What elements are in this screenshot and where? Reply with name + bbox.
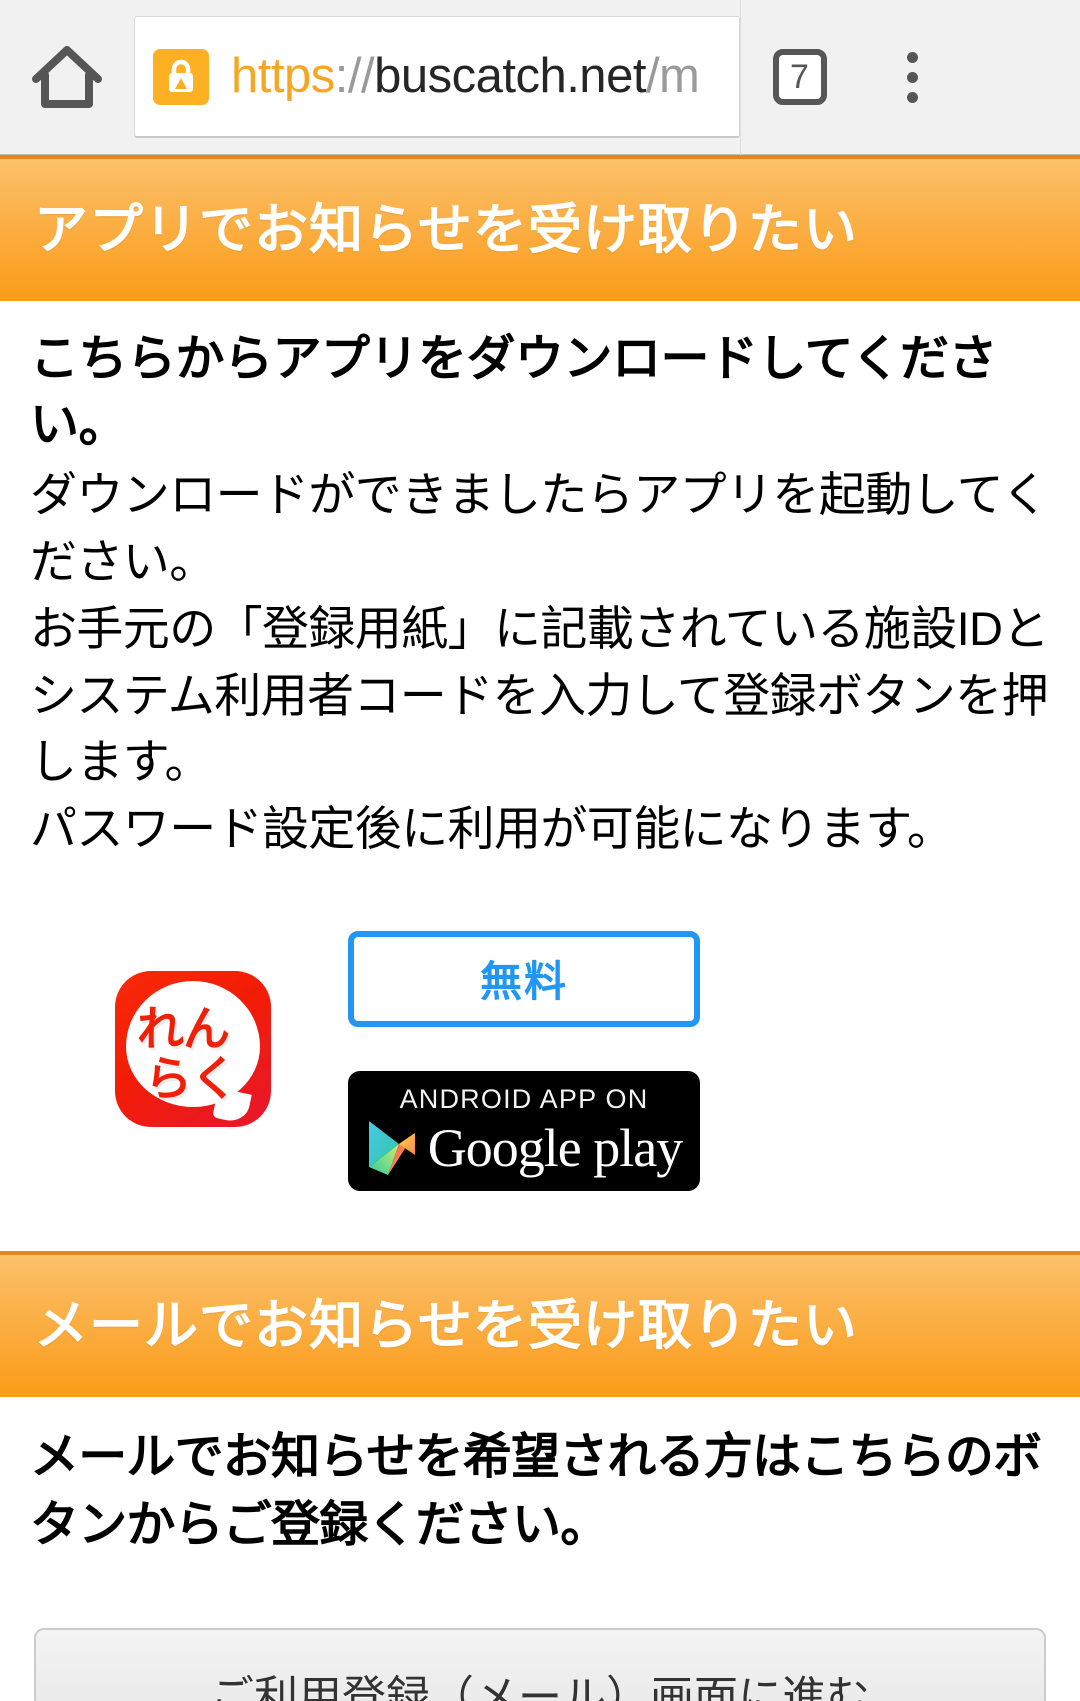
url-separator: ://	[334, 52, 375, 101]
url-host: buscatch.net	[374, 52, 646, 101]
google-play-brand-light: play	[580, 1117, 683, 1178]
url-scheme: https	[231, 52, 335, 101]
app-icon-text-line1: れん	[137, 1001, 230, 1055]
browser-toolbar: https://buscatch.net/m 7	[0, 0, 1080, 155]
google-play-top-text: ANDROID APP ON	[399, 1083, 649, 1114]
google-play-brand-bold: Google	[427, 1117, 582, 1178]
proceed-button-label: ご利用登録（メール）画面に進む	[210, 1672, 870, 1701]
proceed-to-mail-registration-button[interactable]: ご利用登録（メール）画面に進む	[34, 1627, 1046, 1701]
page-content: アプリでお知らせを受け取りたい こちらからアプリをダウンロードしてください。 ダ…	[0, 155, 1080, 1701]
overflow-menu-icon	[906, 51, 918, 63]
mail-section-title: メールでお知らせを受け取りたい	[34, 1295, 858, 1356]
renraku-app-icon: れん らく	[115, 970, 271, 1127]
app-icon-text-line2: らく	[145, 1051, 238, 1105]
mail-section-header: メールでお知らせを受け取りたい	[0, 1250, 1080, 1397]
home-button[interactable]	[0, 0, 134, 155]
app-section-header: アプリでお知らせを受け取りたい	[0, 155, 1080, 301]
app-section-title: アプリでお知らせを受け取りたい	[34, 200, 858, 260]
url-bar[interactable]: https://buscatch.net/m	[134, 16, 740, 138]
download-row: れん らく 無料 ANDROID APP ON Google play	[30, 930, 1050, 1191]
home-icon	[30, 41, 104, 113]
mail-section-body: メールでお知らせを希望される方はこちらのボタンからご登録ください。	[0, 1397, 1080, 1560]
google-play-badge-button[interactable]: ANDROID APP ON Google play	[348, 1070, 700, 1191]
overflow-menu-button[interactable]	[858, 0, 966, 155]
lock-icon	[153, 48, 209, 105]
url-text: https://buscatch.net/m	[231, 52, 699, 101]
app-download-lead: こちらからアプリをダウンロードしてください。	[30, 332, 998, 452]
tab-switcher-button[interactable]: 7	[740, 0, 858, 155]
free-button-label: 無料	[479, 958, 568, 1006]
google-play-brand-row: Google play	[348, 1119, 700, 1177]
store-column: 無料 ANDROID APP ON Google play	[348, 930, 700, 1191]
overflow-menu-icon	[906, 91, 918, 103]
app-icon-wrap: れん らく	[38, 931, 348, 1127]
tab-count-badge: 7	[772, 49, 827, 105]
free-button[interactable]: 無料	[348, 930, 700, 1027]
url-path: /m	[645, 52, 700, 101]
mail-register-lead: メールでお知らせを希望される方はこちらのボタンからご登録ください。	[30, 1429, 1042, 1553]
google-play-wordmark: Google play	[427, 1117, 683, 1178]
app-download-instructions: ダウンロードができましたらアプリを起動してください。 お手元の「登録用紙」に記載…	[30, 468, 1049, 855]
app-section-body: こちらからアプリをダウンロードしてください。 ダウンロードができましたらアプリを…	[0, 301, 1080, 1191]
overflow-menu-icon	[906, 71, 918, 83]
google-play-triangle-icon	[366, 1119, 418, 1177]
